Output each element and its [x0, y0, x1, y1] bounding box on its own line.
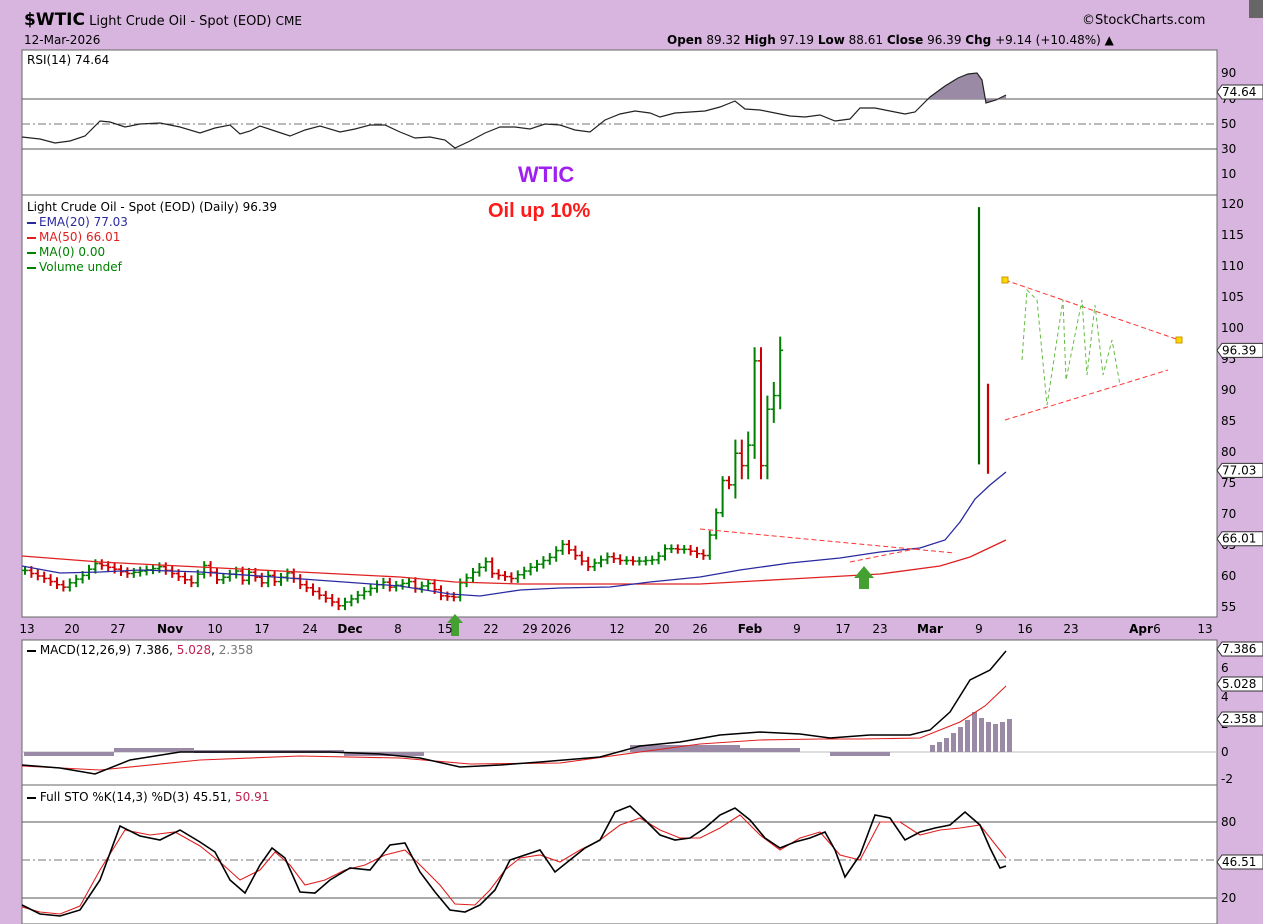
macd-hist-value: 2.358	[218, 643, 254, 657]
x-tick-label: 20	[654, 622, 669, 636]
sto-tick-label: 20	[1221, 891, 1236, 905]
x-tick-label: Apr	[1129, 622, 1153, 636]
macd-label: MACD(12,26,9)	[39, 643, 131, 657]
x-tick-label: 29	[522, 622, 537, 636]
x-tick-label: 23	[872, 622, 887, 636]
macd-value-tag: 7.386	[1222, 642, 1256, 656]
x-tick-label: 16	[1017, 622, 1032, 636]
legend-item-ma0: MA(0) 0.00	[27, 245, 277, 260]
price-close-tag: 96.39	[1222, 343, 1256, 357]
x-tick-label: 9	[975, 622, 983, 636]
rsi-label: RSI(14) 74.64	[27, 53, 110, 67]
sto-legend: Full STO %K(14,3) %D(3) 45.51, 50.91	[27, 790, 269, 805]
x-tick-label: 8	[394, 622, 402, 636]
x-tick-label: 12	[609, 622, 624, 636]
sto-label: Full STO %K(14,3) %D(3)	[39, 790, 190, 804]
x-tick-label: 26	[692, 622, 707, 636]
sto-panel	[21, 784, 1218, 924]
price-tick-label: 85	[1221, 414, 1236, 428]
price-tick-label: 115	[1221, 228, 1244, 242]
x-tick-label: Dec	[337, 622, 362, 636]
x-tick-label: Feb	[738, 622, 763, 636]
legend-item-price: Light Crude Oil - Spot (EOD) (Daily) 96.…	[27, 200, 278, 214]
macd-hist-tag: 2.358	[1222, 712, 1256, 726]
x-tick-label: 10	[207, 622, 222, 636]
price-tick-label: 120	[1221, 197, 1244, 211]
x-tick-label: 6	[1153, 622, 1161, 636]
x-tick-label: 2026	[541, 622, 572, 636]
rsi-tick-label: 90	[1221, 66, 1236, 80]
x-tick-label: Nov	[157, 622, 183, 636]
rsi-value-tag: 74.64	[1222, 85, 1256, 99]
rsi-panel	[21, 49, 1218, 196]
price-tick-label: 75	[1221, 476, 1236, 490]
trendline-handle[interactable]	[1175, 336, 1183, 344]
macd-tick-label: 0	[1221, 745, 1229, 759]
sto-k-value: 45.51	[193, 790, 228, 804]
ma50-value-tag: 66.01	[1222, 532, 1256, 546]
macd-value: 7.386	[134, 643, 170, 657]
macd-legend: MACD(12,26,9) 7.386, 5.028, 2.358	[27, 643, 253, 658]
price-tick-label: 90	[1221, 383, 1236, 397]
price-legend: Light Crude Oil - Spot (EOD) (Daily) 96.…	[27, 200, 277, 275]
x-tick-label: 23	[1063, 622, 1078, 636]
x-tick-label: 13	[1197, 622, 1212, 636]
x-tick-label: 9	[793, 622, 801, 636]
price-tick-label: 70	[1221, 507, 1236, 521]
macd-tick-label: -2	[1221, 772, 1233, 786]
ema-value-tag: 77.03	[1222, 463, 1256, 477]
sto-tick-label: 80	[1221, 815, 1236, 829]
price-tick-label: 100	[1221, 321, 1244, 335]
sto-value-tag: 46.51	[1222, 855, 1256, 869]
macd-panel	[21, 639, 1218, 786]
price-tick-label: 105	[1221, 290, 1244, 304]
legend-item-ema20: EMA(20) 77.03	[27, 215, 277, 230]
x-tick-label: Mar	[917, 622, 943, 636]
macd-tick-label: 6	[1221, 661, 1229, 675]
x-tick-label: 20	[64, 622, 79, 636]
annotation-title: WTIC	[518, 162, 575, 187]
x-tick-label: 17	[835, 622, 850, 636]
rsi-tick-label: 30	[1221, 142, 1236, 156]
x-tick-label: 22	[483, 622, 498, 636]
chart-canvas: 9070503010120115110105100959085807570656…	[19, 49, 1263, 924]
corner-handle[interactable]	[1249, 0, 1263, 18]
legend-item-volume: Volume undef	[27, 260, 277, 275]
legend-item-ma50: MA(50) 66.01	[27, 230, 277, 245]
annotation-subtitle: Oil up 10%	[488, 200, 591, 222]
rsi-legend: RSI(14) 74.64	[27, 53, 109, 68]
x-tick-label: 15	[437, 622, 452, 636]
price-tick-label: 110	[1221, 259, 1244, 273]
rsi-tick-label: 50	[1221, 117, 1236, 131]
rsi-tick-label: 10	[1221, 167, 1236, 181]
price-tick-label: 55	[1221, 600, 1236, 614]
x-tick-label: 24	[302, 622, 317, 636]
macd-tick-label: 4	[1221, 690, 1229, 704]
sto-d-value: 50.91	[235, 790, 270, 804]
x-tick-label: 27	[110, 622, 125, 636]
x-tick-label: 13	[19, 622, 34, 636]
price-tick-label: 80	[1221, 445, 1236, 459]
x-tick-label: 17	[254, 622, 269, 636]
price-tick-label: 60	[1221, 569, 1236, 583]
trendline-handle[interactable]	[1001, 276, 1009, 284]
macd-signal-value: 5.028	[176, 643, 212, 657]
macd-signal-tag: 5.028	[1222, 677, 1256, 691]
